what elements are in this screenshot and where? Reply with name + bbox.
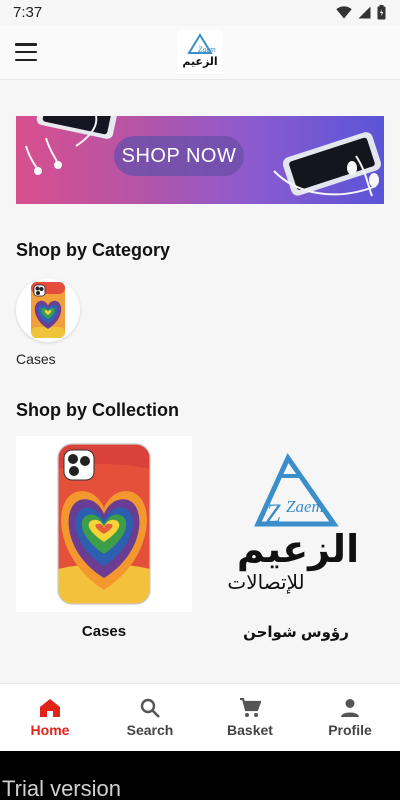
- phone-left-icon: [36, 116, 118, 139]
- svg-text:الزعيم: الزعيم: [237, 527, 359, 572]
- home-icon: [40, 699, 60, 717]
- logo-mark-icon: Zaem الزعيم: [182, 33, 218, 68]
- category-thumb: [16, 278, 80, 342]
- collection-label-chargers: رؤوس شواحن: [243, 624, 349, 641]
- nav-profile-label: Profile: [328, 722, 372, 738]
- svg-text:Zaem: Zaem: [198, 45, 216, 54]
- brand-logo[interactable]: Zaem الزعيم: [178, 30, 222, 74]
- svg-text:Z: Z: [266, 499, 281, 528]
- status-bar: 7:37: [0, 0, 400, 26]
- nav-basket[interactable]: Basket: [200, 684, 300, 751]
- status-icons: [336, 5, 386, 20]
- category-section-title: Shop by Category: [16, 240, 171, 260]
- shop-now-button[interactable]: SHOP NOW: [114, 136, 244, 176]
- nav-home[interactable]: Home: [0, 684, 100, 751]
- app-bar: Zaem الزعيم: [0, 26, 400, 80]
- phone-case-icon: [31, 282, 65, 338]
- status-time: 7:37: [13, 4, 43, 21]
- svg-text:للإتصالات: للإتصالات: [227, 570, 304, 594]
- promo-banner[interactable]: SHOP NOW: [16, 116, 384, 204]
- person-icon: [341, 699, 359, 717]
- search-icon: [140, 698, 160, 718]
- cart-icon: [240, 698, 261, 717]
- wifi-icon: [336, 6, 352, 19]
- nav-profile[interactable]: Profile: [300, 684, 400, 751]
- category-item-cases[interactable]: Cases: [16, 278, 82, 367]
- nav-search[interactable]: Search: [100, 684, 200, 751]
- nav-home-label: Home: [30, 722, 70, 738]
- nav-search-label: Search: [126, 722, 174, 738]
- collection-label-cases: Cases: [81, 623, 127, 640]
- bottom-navigation: Home Search Basket Profile: [0, 683, 400, 751]
- svg-text:الزعيم: الزعيم: [182, 55, 217, 68]
- nav-basket-label: Basket: [227, 722, 273, 738]
- battery-icon: [377, 5, 386, 20]
- collection-section-title: Shop by Collection: [16, 400, 180, 420]
- trial-watermark-text: Trial version: [2, 776, 121, 800]
- menu-icon: [15, 43, 37, 46]
- collection-card-cases[interactable]: [16, 436, 192, 612]
- menu-button[interactable]: [15, 43, 37, 61]
- category-label: Cases: [16, 351, 56, 367]
- trial-watermark-bar: Trial version: [0, 751, 400, 800]
- zaem-logo-image: Z Zaem الزعيم للإتصالات: [227, 452, 359, 594]
- collection-card-chargers[interactable]: Z Zaem الزعيم للإتصالات: [208, 436, 384, 612]
- svg-text:Zaem: Zaem: [286, 497, 324, 516]
- signal-icon: [358, 6, 371, 19]
- phone-case-image-icon: [57, 443, 151, 605]
